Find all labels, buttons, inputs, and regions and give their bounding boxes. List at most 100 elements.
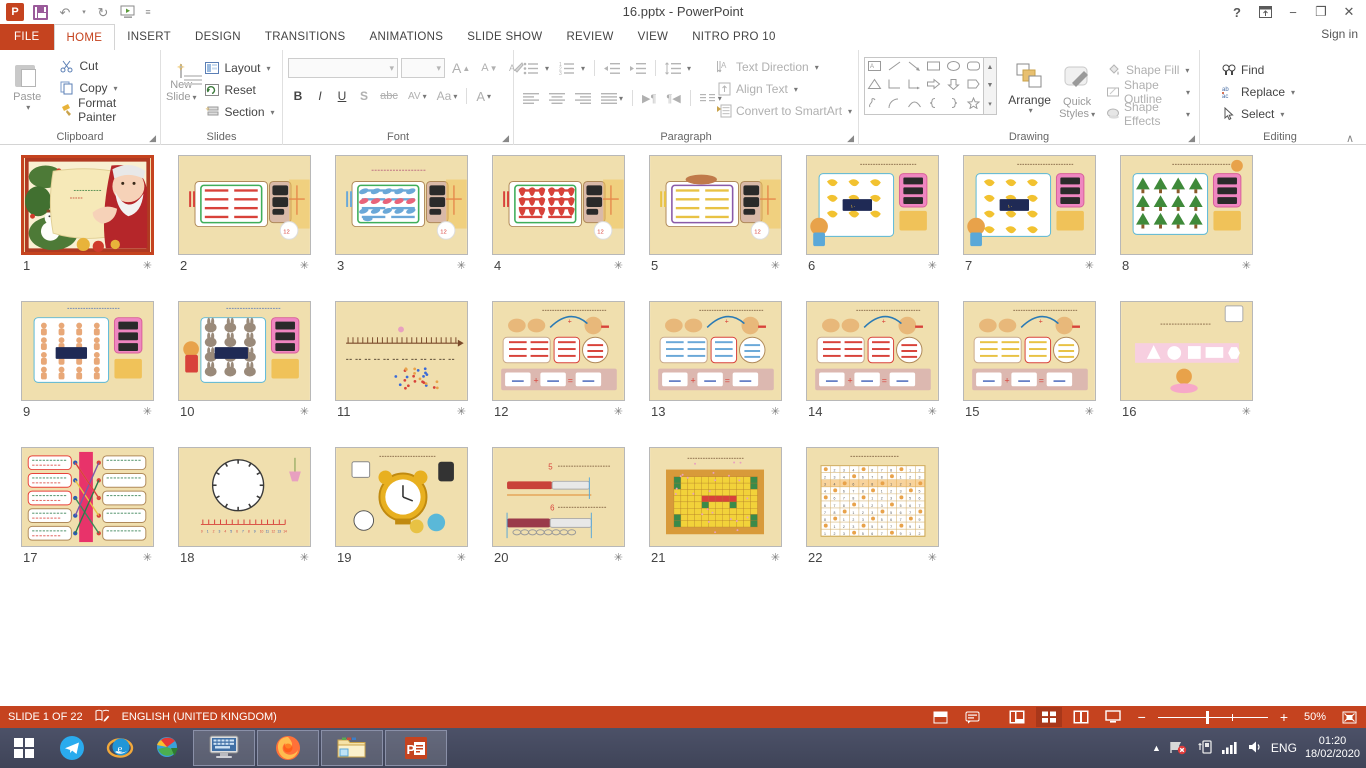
language-label[interactable]: ENGLISH (UNITED KINGDOM) xyxy=(122,711,277,723)
slide-thumbnail[interactable]: 10✳ xyxy=(178,301,313,421)
slide-thumbnail-image[interactable] xyxy=(21,447,154,547)
slide-sorter-pane[interactable]: 1✳122✳123✳124✳125✳١٠6✳١٠7✳8✳9✳10✳11✳++=1… xyxy=(0,146,1366,706)
format-painter-button[interactable]: Format Painter xyxy=(55,99,155,121)
ribbon-tab-bar[interactable]: FILE HOME INSERT DESIGN TRANSITIONS ANIM… xyxy=(0,24,1366,50)
animation-indicator-icon[interactable]: ✳ xyxy=(457,551,466,564)
font-name-input[interactable]: ▾ xyxy=(288,58,398,78)
clipboard-dialog-launcher[interactable]: ◢ xyxy=(149,133,156,144)
find-button[interactable]: Find xyxy=(1217,59,1268,81)
zoom-in-button[interactable]: + xyxy=(1280,709,1288,725)
slideshow-view-button[interactable] xyxy=(1100,707,1126,727)
bold-button[interactable]: B xyxy=(288,85,308,107)
slide-thumbnail-image[interactable]: ++= xyxy=(649,301,782,401)
animation-indicator-icon[interactable]: ✳ xyxy=(928,259,937,272)
font-size-input[interactable]: ▾ xyxy=(401,58,445,78)
slide-thumbnail-image[interactable]: ١٠ xyxy=(806,155,939,255)
shape-triangle-icon[interactable] xyxy=(867,78,882,93)
start-button[interactable] xyxy=(0,729,48,767)
redo-icon[interactable]: ↻ xyxy=(92,2,114,22)
language-indicator[interactable]: ENG xyxy=(1271,741,1297,755)
save-icon[interactable] xyxy=(29,2,51,22)
paste-dropdown-icon[interactable]: ▾ xyxy=(26,103,30,112)
tab-transitions[interactable]: TRANSITIONS xyxy=(253,24,358,50)
tab-slide-show[interactable]: SLIDE SHOW xyxy=(455,24,554,50)
clock[interactable]: 01:20 18/02/2020 xyxy=(1305,735,1360,761)
bullets-button[interactable]: ▾ xyxy=(519,57,553,79)
animation-indicator-icon[interactable]: ✳ xyxy=(1085,405,1094,418)
zoom-out-button[interactable]: − xyxy=(1138,709,1146,725)
help-icon[interactable]: ? xyxy=(1224,1,1250,23)
animation-indicator-icon[interactable]: ✳ xyxy=(300,259,309,272)
new-slide-button[interactable]: ✧ New Slide▾ xyxy=(166,61,196,104)
slide-thumbnail-image[interactable]: 12 xyxy=(178,155,311,255)
shape-arc-icon[interactable] xyxy=(887,97,902,112)
reset-button[interactable]: Reset xyxy=(200,79,278,101)
shape-right-arrow-icon[interactable] xyxy=(926,78,941,93)
strikethrough-button[interactable]: abc xyxy=(376,85,402,107)
slide-thumbnail[interactable]: 2346781223467812334678123467812356781235… xyxy=(806,447,941,567)
slide-thumbnail[interactable]: 125✳ xyxy=(649,155,784,275)
underline-button[interactable]: U xyxy=(332,85,352,107)
italic-button[interactable]: I xyxy=(310,85,330,107)
quick-access-toolbar[interactable]: P ↶ ▾ ↻ ≡ xyxy=(0,0,154,24)
shape-rounded-rectangle-icon[interactable] xyxy=(966,60,981,75)
tab-file[interactable]: FILE xyxy=(0,24,54,50)
select-button[interactable]: Select▾ xyxy=(1217,103,1288,125)
shape-curve-icon[interactable] xyxy=(907,97,922,112)
numbering-button[interactable]: 123 ▾ xyxy=(555,57,589,79)
shapes-gallery-scrollbar[interactable]: ▲ ▼ ▾ xyxy=(984,57,997,115)
quick-styles-button[interactable]: Quick Styles▾ xyxy=(1056,61,1098,121)
animation-indicator-icon[interactable]: ✳ xyxy=(928,551,937,564)
slide-thumbnail-image[interactable]: 56 xyxy=(492,447,625,547)
signal-strength-icon[interactable] xyxy=(1221,739,1239,758)
window-controls[interactable]: ? − ❐ ✕ xyxy=(1224,0,1362,24)
slide-thumbnail[interactable]: 123✳ xyxy=(335,155,470,275)
tab-insert[interactable]: INSERT xyxy=(115,24,183,50)
paste-button[interactable]: Paste ▾ xyxy=(5,59,49,112)
animation-indicator-icon[interactable]: ✳ xyxy=(771,405,780,418)
slide-thumbnail[interactable]: 0123456789101112131418✳ xyxy=(178,447,313,567)
justify-button[interactable]: ▾ xyxy=(597,87,627,109)
font-color-button[interactable]: A▾ xyxy=(472,85,495,107)
slide-thumbnail[interactable]: 16✳ xyxy=(1120,301,1255,421)
shape-right-brace-icon[interactable] xyxy=(946,97,961,112)
volume-icon[interactable] xyxy=(1247,739,1263,758)
animation-indicator-icon[interactable]: ✳ xyxy=(614,551,623,564)
restore-button[interactable]: ❐ xyxy=(1308,1,1334,23)
taskbar-virtual-keyboard[interactable] xyxy=(193,730,255,766)
slide-thumbnail-image[interactable]: ١٠ xyxy=(963,155,1096,255)
slide-thumbnail-image[interactable] xyxy=(21,301,154,401)
minimize-button[interactable]: − xyxy=(1280,1,1306,23)
text-direction-button[interactable]: A Text Direction ▾ xyxy=(712,56,856,78)
taskbar-internet-explorer[interactable]: e xyxy=(96,729,144,767)
slide-thumbnail[interactable]: ١٠6✳ xyxy=(806,155,941,275)
animation-indicator-icon[interactable]: ✳ xyxy=(614,259,623,272)
shape-down-arrow-icon[interactable] xyxy=(946,78,961,93)
decrease-indent-button[interactable] xyxy=(600,57,624,79)
sign-in-link[interactable]: Sign in xyxy=(1321,27,1358,41)
shapes-more-icon[interactable]: ▾ xyxy=(988,100,992,108)
collapse-ribbon-button[interactable]: ∧ xyxy=(1346,132,1354,145)
slide-thumbnail[interactable]: 11✳ xyxy=(335,301,470,421)
tab-design[interactable]: DESIGN xyxy=(183,24,253,50)
animation-indicator-icon[interactable]: ✳ xyxy=(300,405,309,418)
taskbar-firefox[interactable] xyxy=(257,730,319,766)
shape-elbow-connector-icon[interactable] xyxy=(887,78,902,93)
slide-thumbnail-image[interactable]: 12 xyxy=(649,155,782,255)
character-spacing-button[interactable]: AV▾ xyxy=(404,85,431,107)
comments-icon[interactable] xyxy=(960,707,986,727)
network-error-icon[interactable] xyxy=(1169,739,1189,758)
taskbar-internet-download-manager[interactable] xyxy=(144,729,192,767)
slide-thumbnail-image[interactable] xyxy=(178,301,311,401)
taskbar-file-explorer[interactable] xyxy=(321,730,383,766)
fit-to-window-button[interactable] xyxy=(1336,707,1362,727)
animation-indicator-icon[interactable]: ✳ xyxy=(1242,259,1251,272)
animation-indicator-icon[interactable]: ✳ xyxy=(143,551,152,564)
shape-star-icon[interactable] xyxy=(966,97,981,112)
slide-thumbnail[interactable]: 9✳ xyxy=(21,301,156,421)
system-tray[interactable]: ▲ ENG 01:20 18/02/2020 xyxy=(1152,728,1366,768)
zoom-slider[interactable] xyxy=(1158,717,1268,718)
shape-rectangle-icon[interactable] xyxy=(926,60,941,75)
shape-arrow-icon[interactable] xyxy=(907,60,922,75)
ribbon-display-options-icon[interactable] xyxy=(1252,1,1278,23)
